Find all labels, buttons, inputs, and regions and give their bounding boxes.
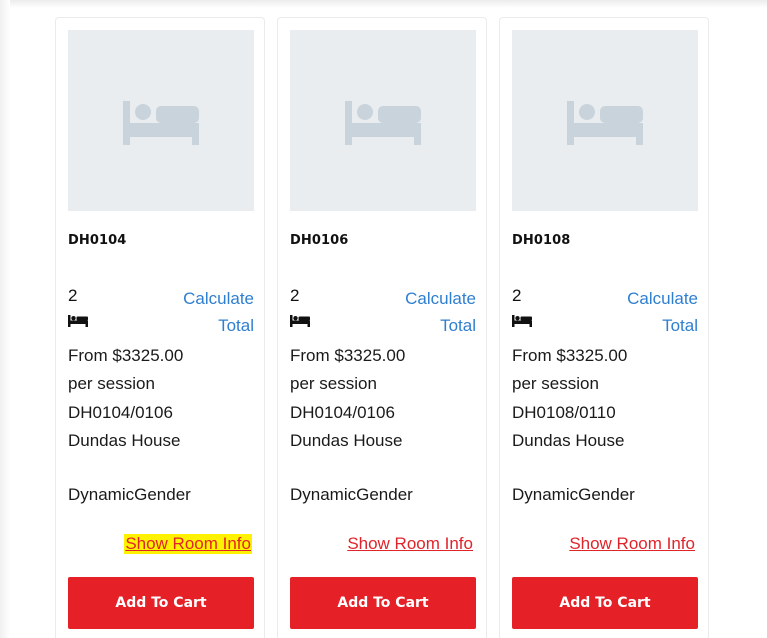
- price: From $3325.00: [512, 346, 628, 365]
- room-card: DH0108 2 Calculate Total From $3325.00 p…: [499, 17, 709, 638]
- unit-code: DH0108/0110: [512, 403, 616, 422]
- bed-placeholder-icon: [123, 100, 199, 145]
- building-name: Dundas House: [290, 431, 403, 450]
- gender-type: DynamicGender: [68, 485, 191, 504]
- price-period: per session: [512, 374, 599, 393]
- gender-type: DynamicGender: [512, 485, 635, 504]
- add-to-cart-button[interactable]: Add To Cart: [290, 577, 476, 629]
- calculate-total-link[interactable]: Calculate Total: [144, 285, 254, 339]
- room-image-placeholder: [512, 30, 698, 211]
- room-card: DH0106 2 Calculate Total From $3325.00 p…: [277, 17, 487, 638]
- price: From $3325.00: [68, 346, 184, 365]
- room-image-placeholder: [290, 30, 476, 211]
- add-to-cart-button[interactable]: Add To Cart: [512, 577, 698, 629]
- room-code: DH0108: [512, 233, 571, 248]
- building-name: Dundas House: [68, 431, 181, 450]
- unit-code: DH0104/0106: [68, 403, 173, 422]
- beds-row: 2 Calculate Total: [68, 285, 254, 335]
- sidebar-shadow: [0, 0, 10, 638]
- building-name: Dundas House: [512, 431, 625, 450]
- price-period: per session: [290, 374, 377, 393]
- bed-placeholder-icon: [567, 100, 643, 145]
- beds-row: 2 Calculate Total: [290, 285, 476, 335]
- room-card: DH0104 2 Calculate Total From $3325.00 p…: [55, 17, 265, 638]
- room-image-placeholder: [68, 30, 254, 211]
- bed-count: 2: [512, 286, 522, 305]
- add-to-cart-button[interactable]: Add To Cart: [68, 577, 254, 629]
- show-room-info-link[interactable]: Show Room Info: [568, 534, 696, 554]
- bed-icon: [290, 315, 310, 327]
- unit-code: DH0104/0106: [290, 403, 395, 422]
- room-code: DH0104: [68, 233, 127, 248]
- calculate-total-link[interactable]: Calculate Total: [366, 285, 476, 339]
- bed-count: 2: [290, 286, 300, 305]
- header-shadow: [0, 0, 767, 8]
- show-room-info-link[interactable]: Show Room Info: [346, 534, 474, 554]
- beds-row: 2 Calculate Total: [512, 285, 698, 335]
- room-code: DH0106: [290, 233, 349, 248]
- price: From $3325.00: [290, 346, 406, 365]
- bed-placeholder-icon: [345, 100, 421, 145]
- bed-icon: [512, 315, 532, 327]
- calculate-total-link[interactable]: Calculate Total: [588, 285, 698, 339]
- price-period: per session: [68, 374, 155, 393]
- show-room-info-link[interactable]: Show Room Info: [124, 534, 252, 554]
- bed-count: 2: [68, 286, 78, 305]
- bed-icon: [68, 315, 88, 327]
- gender-type: DynamicGender: [290, 485, 413, 504]
- room-listing: DH0104 2 Calculate Total From $3325.00 p…: [0, 0, 767, 638]
